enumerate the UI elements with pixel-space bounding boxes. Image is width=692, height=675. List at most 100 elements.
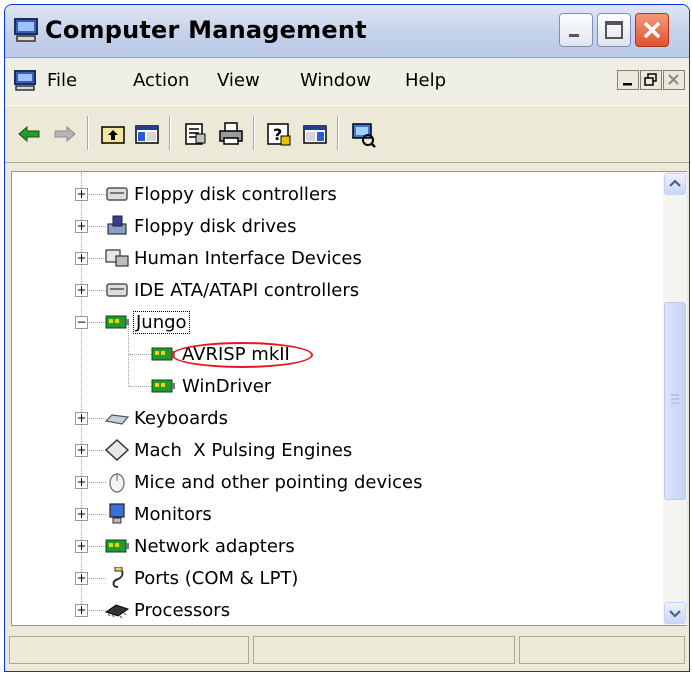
scroll-up-button[interactable] bbox=[664, 173, 686, 195]
tree-item[interactable]: Processors bbox=[134, 595, 230, 625]
tree-item-label: Monitors bbox=[134, 503, 212, 525]
mdi-close-icon bbox=[668, 74, 679, 85]
tree-item-label: Human Interface Devices bbox=[134, 247, 362, 269]
expand-toggle[interactable]: + bbox=[75, 476, 88, 489]
expand-toggle[interactable]: + bbox=[75, 444, 88, 457]
keyboard-icon bbox=[104, 414, 130, 425]
tree-connector bbox=[128, 324, 129, 386]
green-card-icon bbox=[105, 315, 129, 329]
green-card-icon bbox=[105, 539, 129, 553]
tree-item-label: Jungo bbox=[133, 310, 190, 334]
toolbar-separator bbox=[169, 116, 171, 150]
window-title: Computer Management bbox=[45, 16, 367, 44]
console-pane-icon[interactable] bbox=[301, 120, 329, 148]
computer-management-window: Computer Management File Action View Win… bbox=[4, 4, 690, 672]
tree-item[interactable]: WinDriver bbox=[182, 371, 271, 401]
expand-toggle[interactable]: + bbox=[75, 412, 88, 425]
diamond-icon bbox=[104, 439, 130, 461]
controller-icon bbox=[106, 283, 128, 297]
vertical-scrollbar[interactable] bbox=[663, 172, 687, 625]
tree-item-label: Mach X Pulsing Engines bbox=[134, 439, 353, 461]
menu-file[interactable]: File bbox=[47, 70, 77, 91]
mdi-restore-button[interactable] bbox=[640, 70, 662, 90]
mdi-restore-icon bbox=[644, 73, 657, 86]
up-folder-icon[interactable] bbox=[99, 120, 127, 148]
forward-arrow-icon[interactable] bbox=[51, 120, 79, 148]
mouse-icon bbox=[109, 473, 125, 493]
device-tree-pane[interactable]: + Floppy disk controllers + Floppy disk … bbox=[11, 171, 687, 626]
tree-item[interactable]: Mach X Pulsing Engines bbox=[134, 435, 352, 465]
status-cell bbox=[9, 636, 249, 664]
close-button[interactable] bbox=[635, 13, 669, 47]
tree-item[interactable]: Monitors bbox=[134, 499, 212, 529]
scroll-down-button[interactable] bbox=[664, 602, 686, 624]
tree-item[interactable]: Mice and other pointing devices bbox=[134, 467, 422, 497]
expand-toggle[interactable]: + bbox=[75, 508, 88, 521]
tree-item[interactable]: IDE ATA/ATAPI controllers bbox=[134, 275, 359, 305]
tree-item-selected[interactable]: Jungo bbox=[133, 307, 190, 337]
tree-item[interactable]: Floppy disk drives bbox=[134, 211, 296, 241]
tree-item[interactable]: Floppy disk controllers bbox=[134, 179, 337, 209]
controller-icon bbox=[106, 187, 128, 201]
title-bar[interactable]: Computer Management bbox=[5, 5, 689, 58]
chevron-down-icon bbox=[669, 610, 681, 618]
processor-icon bbox=[104, 604, 130, 619]
mdi-minimize-button[interactable] bbox=[617, 70, 639, 90]
expand-toggle[interactable]: + bbox=[75, 284, 88, 297]
print-icon[interactable] bbox=[217, 120, 245, 148]
menu-view[interactable]: View bbox=[217, 70, 260, 91]
expand-toggle[interactable]: + bbox=[75, 220, 88, 233]
tree-item-label: Mice and other pointing devices bbox=[134, 471, 423, 493]
tree-item-label: IDE ATA/ATAPI controllers bbox=[134, 279, 360, 301]
tree-item-label: Ports (COM & LPT) bbox=[134, 567, 299, 589]
minimize-icon bbox=[569, 34, 579, 37]
mdi-minimize-icon bbox=[623, 83, 632, 86]
menu-action[interactable]: Action bbox=[133, 70, 189, 91]
menu-window[interactable]: Window bbox=[300, 70, 371, 91]
status-cell bbox=[253, 636, 515, 664]
toolbar-separator bbox=[253, 116, 255, 150]
port-icon bbox=[112, 567, 124, 588]
hid-icon bbox=[105, 249, 129, 267]
status-bar bbox=[5, 630, 689, 671]
tree-item[interactable]: Human Interface Devices bbox=[134, 243, 362, 273]
tree-item-label: Floppy disk drives bbox=[134, 215, 297, 237]
tree-item-label: Network adapters bbox=[134, 535, 295, 557]
tree-item-label: WinDriver bbox=[182, 375, 272, 397]
chevron-up-icon bbox=[669, 179, 681, 187]
tree-item-label: Keyboards bbox=[134, 407, 228, 429]
scroll-thumb[interactable] bbox=[664, 302, 686, 500]
show-hide-tree-icon[interactable] bbox=[133, 120, 161, 148]
monitor-icon bbox=[109, 503, 125, 524]
expand-toggle[interactable]: + bbox=[75, 252, 88, 265]
mdi-close-button[interactable] bbox=[663, 70, 685, 90]
computer-management-icon[interactable] bbox=[13, 70, 37, 92]
tree-item-label: Floppy disk controllers bbox=[134, 183, 337, 205]
expand-toggle[interactable]: + bbox=[75, 572, 88, 585]
maximize-icon bbox=[605, 21, 623, 39]
expand-toggle[interactable]: + bbox=[75, 604, 88, 617]
scan-hardware-icon[interactable] bbox=[349, 120, 377, 148]
expand-toggle[interactable]: + bbox=[75, 188, 88, 201]
tree-item[interactable]: Ports (COM & LPT) bbox=[134, 563, 298, 593]
grip-icon bbox=[671, 394, 679, 404]
back-arrow-icon[interactable] bbox=[15, 120, 43, 148]
maximize-button[interactable] bbox=[597, 13, 631, 47]
toolbar-separator bbox=[87, 116, 89, 150]
computer-management-icon bbox=[14, 18, 38, 42]
properties-icon[interactable] bbox=[181, 120, 209, 148]
status-cell bbox=[519, 636, 685, 664]
expand-toggle[interactable]: + bbox=[75, 540, 88, 553]
toolbar-separator bbox=[337, 116, 339, 150]
red-highlight-oval bbox=[171, 342, 313, 368]
close-icon bbox=[643, 21, 661, 39]
tree-item[interactable]: Network adapters bbox=[134, 531, 295, 561]
menu-help[interactable]: Help bbox=[405, 70, 446, 91]
floppy-drive-icon bbox=[107, 215, 127, 235]
green-card-icon bbox=[151, 379, 175, 393]
minimize-button[interactable] bbox=[559, 13, 593, 47]
collapse-toggle[interactable]: − bbox=[75, 316, 88, 329]
tree-item[interactable]: Keyboards bbox=[134, 403, 228, 433]
help-icon[interactable]: ? bbox=[265, 120, 293, 148]
toolbar: ? bbox=[5, 105, 689, 163]
